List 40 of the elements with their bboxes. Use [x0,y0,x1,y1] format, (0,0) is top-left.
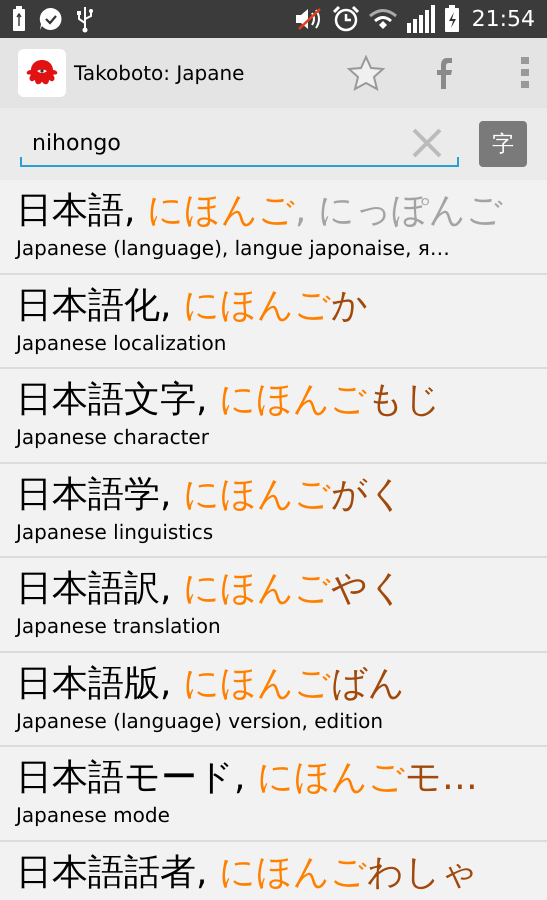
usb-icon [76,5,94,33]
entry-meaning: Japanese localization [16,330,228,356]
check-bubble-icon [38,6,64,32]
search-field[interactable]: nihongo [20,121,459,167]
kanji-button[interactable]: 字 [479,121,527,167]
facebook-icon[interactable] [435,57,453,89]
battery-usb-icon [12,6,26,32]
result-row[interactable]: 日本語化, にほんごか Japanese localization [0,274,547,369]
result-row[interactable]: 日本語訳, にほんごやく Japanese translation [0,558,547,652]
clear-icon[interactable] [411,127,443,159]
entry-heading: 日本語, にほんご, にっぽんご [16,189,504,233]
app-logo[interactable] [18,49,66,97]
entry-meaning: Japanese mode [16,802,171,829]
entry-meaning: Japanese linguistics [16,518,214,546]
entry-heading: 日本語モード, にほんごモ… [16,756,479,800]
result-row[interactable]: 日本語, にほんご, にっぽんご Japanese (language), langue japonaise, я… [0,180,547,274]
entry-meaning: Japanese (language) version, edition [16,708,384,734]
clock: 21:54 [472,6,535,34]
search-input[interactable]: nihongo [20,126,411,160]
entry-heading: 日本語学, にほんごがく [16,472,406,516]
entry-meaning: Japanese (language), langue japonaise, я… [16,235,451,262]
signal-icon [406,5,436,33]
entry-meaning: Japanese translation [16,613,222,640]
entry-heading: 日本語話者, にほんごわしゃ [16,850,479,894]
app-title: Takoboto: Japane [74,60,244,87]
entry-heading: 日本語版, にほんごばん [16,662,406,706]
result-row[interactable]: 日本語版, にほんごばん Japanese (language) version, edition [0,652,547,747]
entry-heading: 日本語訳, にほんごやく [16,567,406,611]
overflow-menu-icon[interactable] [521,57,529,89]
battery-charging-icon [444,5,460,33]
result-row[interactable]: 日本語話者, にほんごわしゃ [0,842,547,900]
wifi-icon [368,7,398,31]
entry-heading: 日本語化, にほんごか [16,284,369,328]
entry-meaning: Japanese character [16,424,210,451]
entry-heading: 日本語文字, にほんごもじ [16,378,442,422]
result-row[interactable]: 日本語モード, にほんごモ… Japanese mode [0,747,547,842]
result-row[interactable]: 日本語学, にほんごがく Japanese linguistics [0,464,547,558]
alarm-icon [332,5,360,33]
result-row[interactable]: 日本語文字, にほんごもじ Japanese character [0,369,547,464]
star-icon[interactable] [347,55,385,91]
